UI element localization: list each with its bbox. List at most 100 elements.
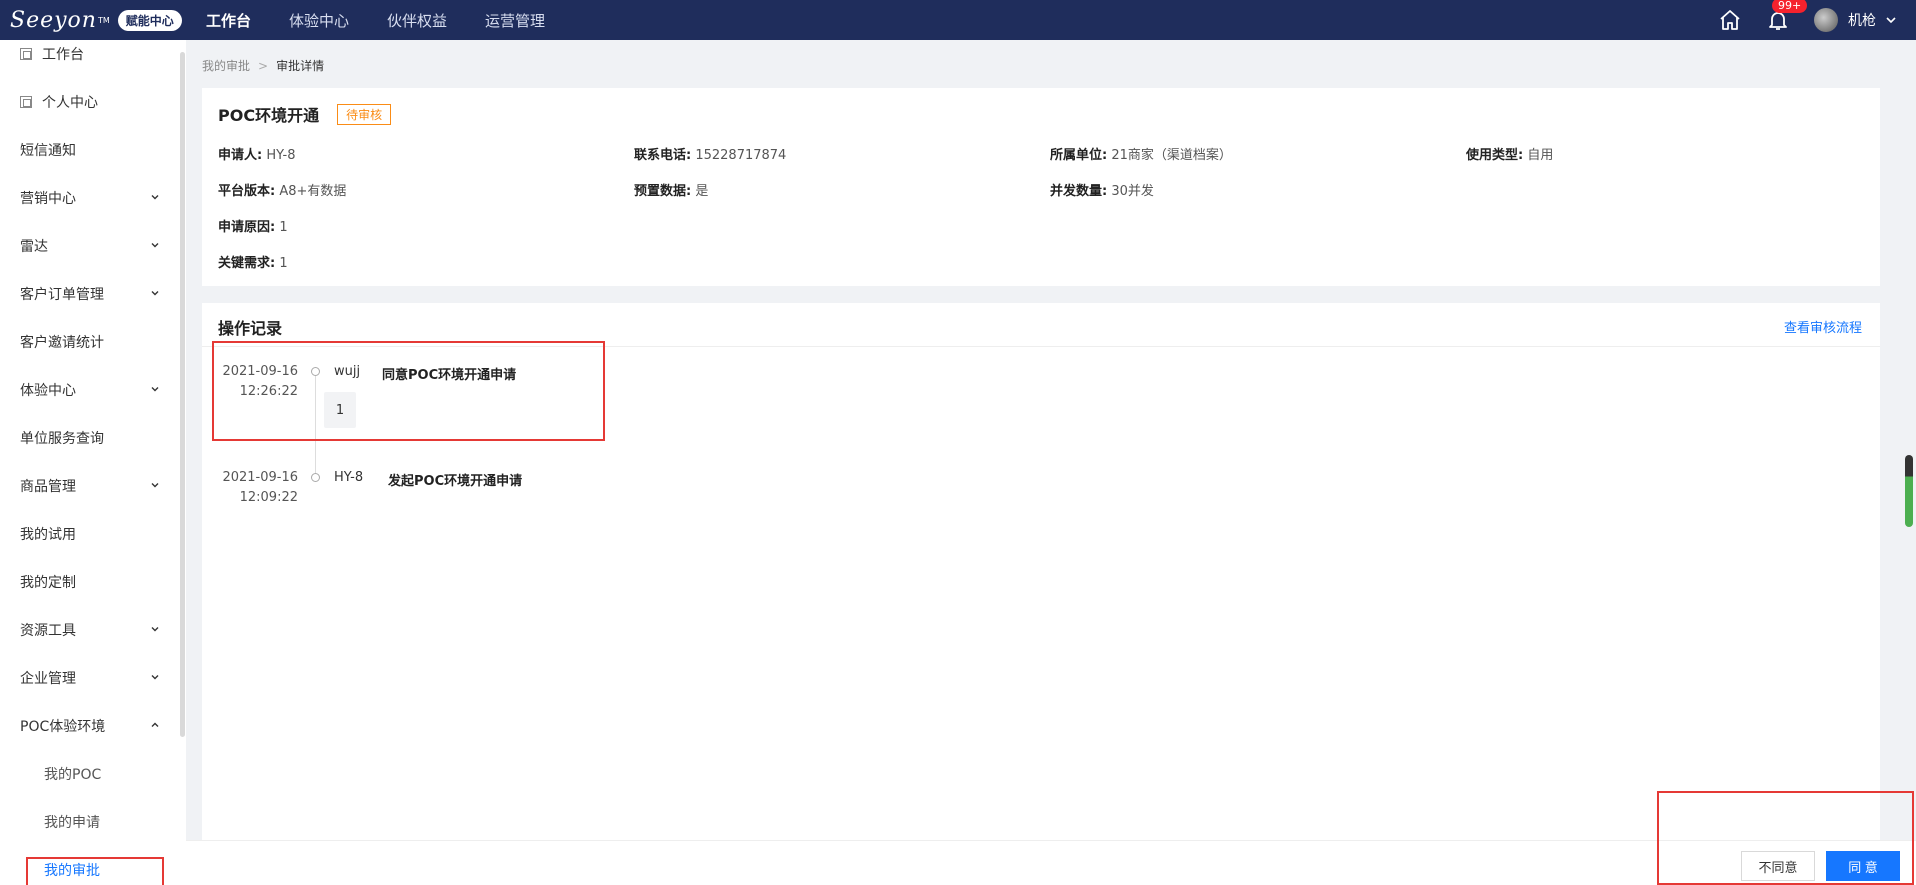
view-flow-link[interactable]: 查看审核流程 bbox=[1784, 317, 1862, 336]
nav-experience-center[interactable]: 体验中心 bbox=[289, 10, 349, 31]
sidebar-item-label: 营销中心 bbox=[20, 191, 76, 207]
sidebar-item-label: 客户邀请统计 bbox=[20, 335, 104, 351]
field-label: 平台版本: bbox=[218, 184, 276, 199]
field-phone: 联系电话: 15228717874 bbox=[634, 144, 786, 163]
chevron-up-icon bbox=[151, 722, 159, 727]
sidebar-item-label: 工作台 bbox=[42, 47, 84, 63]
field-label: 预置数据: bbox=[634, 184, 692, 199]
sidebar-item-my-application[interactable]: 我的申请 bbox=[0, 798, 180, 846]
timeline-dot bbox=[311, 473, 320, 482]
sidebar-item-label: POC体验环境 bbox=[20, 719, 106, 735]
chevron-down-icon[interactable] bbox=[1884, 13, 1898, 27]
sidebar-item-products[interactable]: 商品管理 bbox=[0, 462, 180, 510]
record-action: 发起POC环境开通申请 bbox=[388, 474, 523, 489]
page-icon bbox=[20, 48, 32, 60]
nav-partner-rights[interactable]: 伙伴权益 bbox=[387, 10, 447, 31]
nav-operations[interactable]: 运营管理 bbox=[485, 10, 545, 31]
logo-trademark: TM bbox=[97, 15, 110, 25]
field-applicant: 申请人: HY-8 bbox=[218, 144, 295, 163]
sidebar-item-label: 我的审批 bbox=[44, 863, 100, 879]
sidebar-item-unit-service[interactable]: 单位服务查询 bbox=[0, 414, 180, 462]
field-concurrency: 并发数量: 30并发 bbox=[1050, 180, 1154, 199]
top-navbar: Seeyon TM 赋能中心 工作台 体验中心 伙伴权益 运营管理 99+ 机枪 bbox=[0, 0, 1916, 40]
notification-badge: 99+ bbox=[1772, 0, 1808, 13]
breadcrumb-parent[interactable]: 我的审批 bbox=[202, 59, 250, 73]
breadcrumb-current: 审批详情 bbox=[276, 59, 325, 73]
breadcrumb-separator: > bbox=[258, 59, 269, 73]
sidebar-item-marketing[interactable]: 营销中心 bbox=[0, 174, 180, 222]
reject-button[interactable]: 不同意 bbox=[1741, 851, 1815, 881]
field-value: 自用 bbox=[1527, 148, 1554, 163]
sidebar-item-my-trial[interactable]: 我的试用 bbox=[0, 510, 180, 558]
sidebar-item-invite-stats[interactable]: 客户邀请统计 bbox=[0, 318, 180, 366]
nav-workbench[interactable]: 工作台 bbox=[206, 10, 251, 31]
sidebar-scrollbar[interactable] bbox=[180, 52, 185, 737]
main-nav: 工作台 体验中心 伙伴权益 运营管理 bbox=[206, 0, 583, 40]
record-date: 2021-09-16 bbox=[222, 364, 298, 379]
record-comment: 1 bbox=[324, 392, 356, 428]
record-user: HY-8 bbox=[334, 470, 364, 485]
chevron-down-icon bbox=[151, 483, 159, 488]
logo-badge: 赋能中心 bbox=[117, 9, 182, 31]
field-label: 联系电话: bbox=[634, 148, 692, 163]
field-value: HY-8 bbox=[266, 148, 296, 163]
logo[interactable]: Seeyon TM 赋能中心 bbox=[0, 0, 190, 40]
sidebar-item-radar[interactable]: 雷达 bbox=[0, 222, 180, 270]
sidebar-item-personal-center[interactable]: 个人中心 bbox=[0, 78, 180, 126]
sidebar-item-orders[interactable]: 客户订单管理 bbox=[0, 270, 180, 318]
sidebar-item-label: 短信通知 bbox=[20, 143, 76, 159]
timeline-dot bbox=[311, 367, 320, 376]
chevron-down-icon bbox=[151, 387, 159, 392]
field-label: 关键需求: bbox=[218, 256, 276, 271]
field-preset-data: 预置数据: 是 bbox=[634, 180, 708, 199]
field-unit: 所属单位: 21商家（渠道档案） bbox=[1050, 144, 1232, 163]
field-reason: 申请原因: 1 bbox=[218, 216, 288, 235]
breadcrumb: 我的审批 > 审批详情 bbox=[202, 57, 324, 74]
sidebar: 工作台 个人中心 短信通知 营销中心 雷达 客户订单管理 客户邀请统计 体验中心… bbox=[0, 40, 186, 885]
records-title: 操作记录 bbox=[218, 319, 283, 338]
sidebar-item-my-poc[interactable]: 我的POC bbox=[0, 750, 180, 798]
chevron-down-icon bbox=[151, 627, 159, 632]
field-value: 1 bbox=[279, 220, 288, 235]
field-value: 21商家（渠道档案） bbox=[1111, 148, 1232, 163]
action-footer bbox=[186, 840, 1916, 885]
sidebar-item-resources[interactable]: 资源工具 bbox=[0, 606, 180, 654]
sidebar-item-sms[interactable]: 短信通知 bbox=[0, 126, 180, 174]
record-date: 2021-09-16 bbox=[222, 470, 298, 485]
logo-text: Seeyon bbox=[10, 7, 97, 33]
sidebar-item-label: 我的申请 bbox=[44, 815, 100, 831]
field-label: 申请原因: bbox=[218, 220, 276, 235]
page-title: POC环境开通 bbox=[218, 106, 320, 125]
sidebar-item-label: 商品管理 bbox=[20, 479, 76, 495]
agree-button[interactable]: 同 意 bbox=[1826, 851, 1900, 881]
field-value: 15228717874 bbox=[695, 148, 787, 163]
field-value: 1 bbox=[279, 256, 288, 271]
sidebar-item-label: 个人中心 bbox=[42, 95, 98, 111]
field-label: 申请人: bbox=[218, 148, 263, 163]
username[interactable]: 机枪 bbox=[1848, 10, 1876, 30]
field-value: A8+有数据 bbox=[279, 184, 347, 199]
field-label: 使用类型: bbox=[1466, 148, 1524, 163]
sidebar-item-workbench[interactable]: 工作台 bbox=[0, 40, 180, 78]
sidebar-item-label: 我的定制 bbox=[20, 575, 76, 591]
avatar[interactable] bbox=[1814, 8, 1838, 32]
record-time: 12:09:22 bbox=[239, 490, 298, 505]
field-value: 30并发 bbox=[1111, 184, 1154, 199]
records-card: 操作记录 查看审核流程 2021-09-16 12:26:22 wujj 同意PO… bbox=[202, 303, 1880, 843]
sidebar-item-experience-center[interactable]: 体验中心 bbox=[0, 366, 180, 414]
field-requirement: 关键需求: 1 bbox=[218, 252, 288, 271]
sidebar-item-label: 客户订单管理 bbox=[20, 287, 104, 303]
record-datetime: 2021-09-16 12:09:22 bbox=[218, 468, 298, 508]
sidebar-item-my-approval[interactable]: 我的审批 bbox=[0, 846, 180, 885]
chevron-down-icon bbox=[151, 675, 159, 680]
record-datetime: 2021-09-16 12:26:22 bbox=[218, 362, 298, 402]
bell-icon[interactable]: 99+ bbox=[1766, 0, 1808, 32]
sidebar-item-my-custom[interactable]: 我的定制 bbox=[0, 558, 180, 606]
field-label: 所属单位: bbox=[1050, 148, 1108, 163]
sidebar-item-poc-env[interactable]: POC体验环境 bbox=[0, 702, 180, 750]
page-scrollbar[interactable] bbox=[1905, 455, 1913, 527]
sidebar-item-enterprise[interactable]: 企业管理 bbox=[0, 654, 180, 702]
sidebar-item-label: 体验中心 bbox=[20, 383, 76, 399]
home-icon[interactable] bbox=[1718, 8, 1742, 32]
field-value: 是 bbox=[695, 184, 709, 199]
